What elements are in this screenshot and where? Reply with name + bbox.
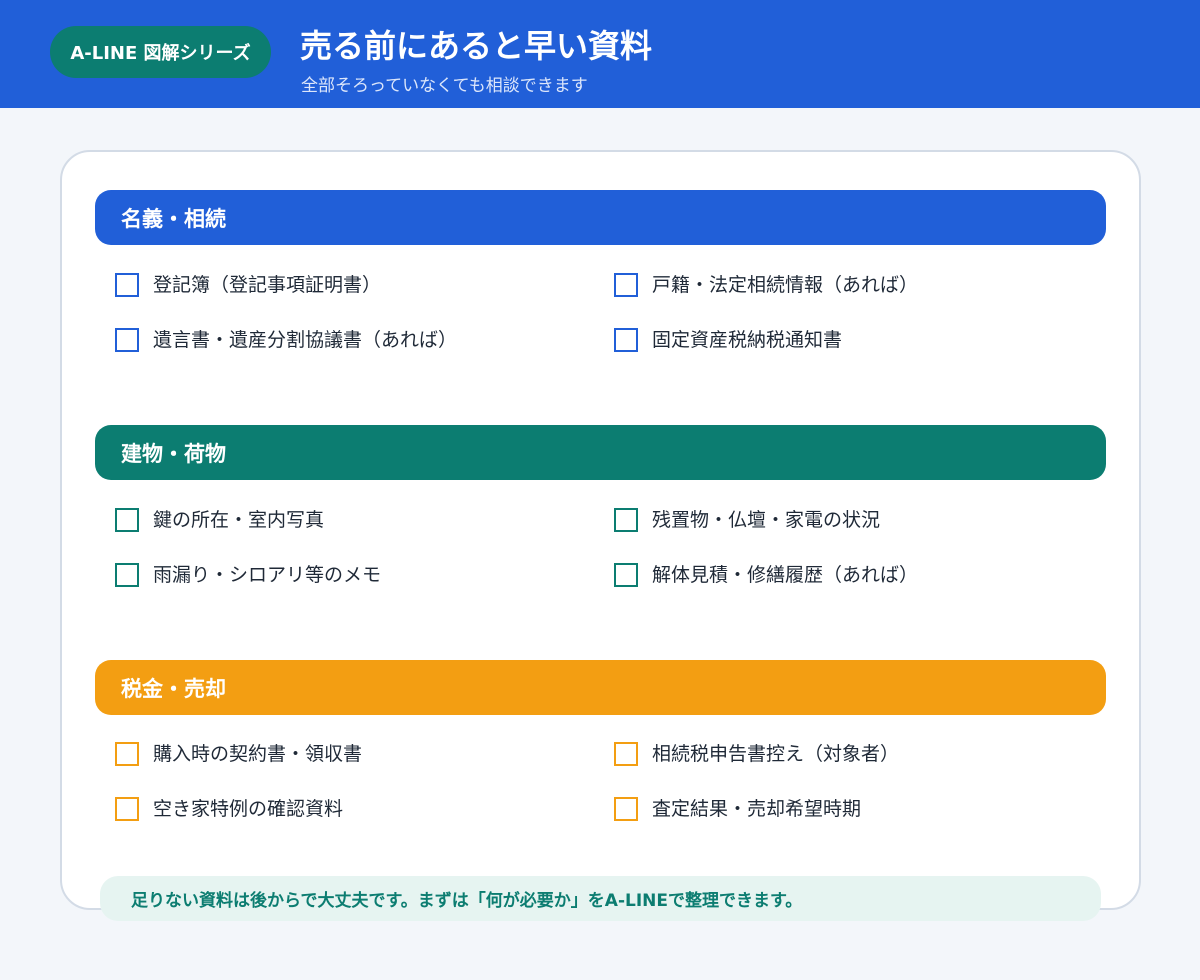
- section-title-tax-sale: 税金・売却: [95, 660, 1106, 715]
- footer-note: 足りない資料は後からで大丈夫です。まずは「何が必要か」をA-LINEで整理できま…: [100, 876, 1101, 921]
- checkbox[interactable]: [614, 508, 638, 532]
- page-subtitle: 全部そろっていなくても相談できます: [301, 76, 588, 96]
- checklist-item-label: 戸籍・法定相続情報（あれば）: [652, 274, 919, 296]
- checklist-item[interactable]: 戸籍・法定相続情報（あれば）: [614, 272, 918, 298]
- checklist-item[interactable]: 空き家特例の確認資料: [115, 796, 343, 822]
- checklist-item-label: 固定資産税納税通知書: [652, 329, 843, 351]
- checklist-item[interactable]: 残置物・仏壇・家電の状況: [614, 507, 880, 533]
- checklist-item[interactable]: 遺言書・遺産分割協議書（あれば）: [115, 327, 457, 353]
- checklist-item-label: 空き家特例の確認資料: [153, 798, 344, 820]
- header-banner: A-LINE 図解シリーズ 売る前にあると早い資料 全部そろっていなくても相談で…: [0, 0, 1200, 108]
- checkbox[interactable]: [115, 328, 139, 352]
- checklist-item[interactable]: 査定結果・売却希望時期: [614, 796, 861, 822]
- checkbox[interactable]: [115, 563, 139, 587]
- checkbox[interactable]: [115, 797, 139, 821]
- checklist-item[interactable]: 購入時の契約書・領収書: [115, 741, 362, 767]
- checkbox[interactable]: [614, 328, 638, 352]
- checklist-item[interactable]: 登記簿（登記事項証明書）: [115, 272, 381, 298]
- checkbox[interactable]: [614, 563, 638, 587]
- section-title-ownership: 名義・相続: [95, 190, 1106, 245]
- checkbox[interactable]: [115, 508, 139, 532]
- checklist-item-label: 鍵の所在・室内写真: [153, 509, 325, 531]
- page-title: 売る前にあると早い資料: [300, 27, 653, 65]
- checklist-item-label: 査定結果・売却希望時期: [652, 798, 862, 820]
- checkbox[interactable]: [614, 742, 638, 766]
- checklist-item-label: 遺言書・遺産分割協議書（あれば）: [153, 329, 458, 351]
- checklist-item[interactable]: 鍵の所在・室内写真: [115, 507, 324, 533]
- series-badge: A-LINE 図解シリーズ: [50, 26, 271, 78]
- checklist-item-label: 雨漏り・シロアリ等のメモ: [153, 564, 382, 586]
- section-title-building: 建物・荷物: [95, 425, 1106, 480]
- checklist-item-label: 相続税申告書控え（対象者）: [652, 743, 900, 765]
- checklist-item[interactable]: 解体見積・修繕履歴（あれば）: [614, 562, 918, 588]
- checklist-item-label: 購入時の契約書・領収書: [153, 743, 363, 765]
- checkbox[interactable]: [115, 273, 139, 297]
- checklist-item-label: 登記簿（登記事項証明書）: [153, 274, 382, 296]
- checklist-item[interactable]: 雨漏り・シロアリ等のメモ: [115, 562, 381, 588]
- checklist-item[interactable]: 固定資産税納税通知書: [614, 327, 842, 353]
- checklist-item[interactable]: 相続税申告書控え（対象者）: [614, 741, 899, 767]
- checkbox[interactable]: [614, 273, 638, 297]
- checkbox[interactable]: [115, 742, 139, 766]
- checklist-item-label: 残置物・仏壇・家電の状況: [652, 509, 881, 531]
- checklist-item-label: 解体見積・修繕履歴（あれば）: [652, 564, 919, 586]
- checkbox[interactable]: [614, 797, 638, 821]
